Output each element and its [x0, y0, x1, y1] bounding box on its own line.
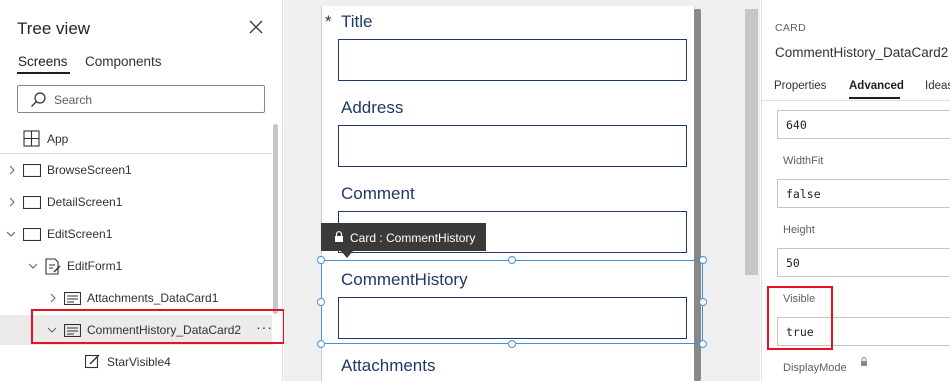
field-label-comment: Comment: [341, 184, 415, 203]
chevron-right-icon[interactable]: [49, 294, 57, 302]
tree-item-label: Attachments_DataCard1: [87, 291, 219, 305]
divider: [0, 153, 272, 154]
selection-frame[interactable]: [321, 260, 703, 344]
highlight-box: [767, 286, 833, 350]
field-value: 640: [786, 118, 807, 132]
tree-item-label: StarVisible4: [107, 355, 171, 369]
search-input[interactable]: Search: [17, 85, 265, 113]
tree-view-title: Tree view: [17, 19, 91, 38]
field-label-title: Title: [341, 12, 373, 31]
chevron-right-icon[interactable]: [8, 198, 16, 206]
height-value-field[interactable]: 50: [777, 248, 950, 277]
tree-item-label: EditForm1: [67, 259, 123, 273]
tree-item-starvisible4[interactable]: StarVisible4: [0, 347, 272, 377]
search-icon: [31, 92, 46, 107]
edit-icon: [85, 354, 100, 369]
property-label-displaymode: DisplayMode: [783, 362, 847, 374]
tree-scrollbar[interactable]: [273, 124, 278, 314]
chevron-right-icon[interactable]: [8, 166, 16, 174]
tree-item-label: App: [47, 132, 69, 146]
tooltip-arrow: [341, 251, 353, 258]
lock-icon: [335, 231, 343, 242]
address-input[interactable]: [338, 125, 687, 167]
tab-ideas[interactable]: Ideas: [925, 80, 950, 92]
tab-selected-indicator: [17, 72, 70, 74]
field-value: 50: [786, 256, 800, 270]
tab-advanced[interactable]: Advanced: [849, 80, 904, 92]
width-value-field[interactable]: 640: [777, 110, 950, 139]
resize-handle[interactable]: [317, 256, 325, 264]
form-icon: [45, 258, 61, 275]
tab-properties[interactable]: Properties: [774, 80, 826, 92]
search-placeholder: Search: [54, 93, 93, 107]
required-marker: *: [325, 12, 332, 31]
card-icon: [64, 292, 81, 305]
resize-handle[interactable]: [699, 256, 707, 264]
field-label-address: Address: [341, 98, 404, 117]
title-input[interactable]: [338, 39, 687, 81]
screen-icon: [23, 164, 41, 177]
resize-handle[interactable]: [699, 298, 707, 306]
tab-components[interactable]: Components: [85, 54, 162, 69]
field-value: false: [786, 187, 821, 201]
tree-item-label: EditScreen1: [47, 227, 113, 241]
highlight-box: [31, 309, 285, 344]
close-icon[interactable]: [248, 19, 264, 35]
tree-item-browsescreen1[interactable]: BrowseScreen1: [0, 155, 272, 185]
resize-handle[interactable]: [699, 340, 707, 348]
divider: [762, 100, 950, 101]
control-kind: CARD: [775, 22, 806, 34]
resize-handle[interactable]: [508, 340, 516, 348]
card-tooltip: Card : CommentHistory: [321, 223, 486, 251]
property-label-widthfit: WidthFit: [783, 155, 824, 167]
resize-handle[interactable]: [317, 298, 325, 306]
tree-item-detailscreen1[interactable]: DetailScreen1: [0, 187, 272, 217]
tree-item-label: DetailScreen1: [47, 195, 123, 209]
field-label-attachments: Attachments: [341, 356, 436, 375]
resize-handle[interactable]: [317, 340, 325, 348]
chevron-down-icon[interactable]: [29, 262, 37, 270]
tree-item-editform1[interactable]: EditForm1: [0, 251, 272, 281]
tree-item-label: BrowseScreen1: [47, 163, 132, 177]
lock-icon: [861, 357, 867, 366]
app-icon: [23, 130, 40, 147]
widthfit-value-field[interactable]: false: [777, 179, 950, 208]
chevron-down-icon[interactable]: [7, 230, 15, 238]
resize-handle[interactable]: [508, 256, 516, 264]
tab-screens[interactable]: Screens: [18, 54, 68, 69]
tree-item-editscreen1[interactable]: EditScreen1: [0, 219, 272, 249]
screen-icon: [23, 228, 41, 241]
tab-selected-indicator: [849, 97, 900, 99]
tooltip-text: Card : CommentHistory: [350, 231, 476, 245]
canvas-scrollbar[interactable]: [745, 9, 758, 275]
tree-item-app[interactable]: App: [0, 124, 272, 154]
property-label-height: Height: [783, 224, 815, 236]
control-name: CommentHistory_DataCard2: [775, 45, 949, 60]
screen-icon: [23, 196, 41, 209]
